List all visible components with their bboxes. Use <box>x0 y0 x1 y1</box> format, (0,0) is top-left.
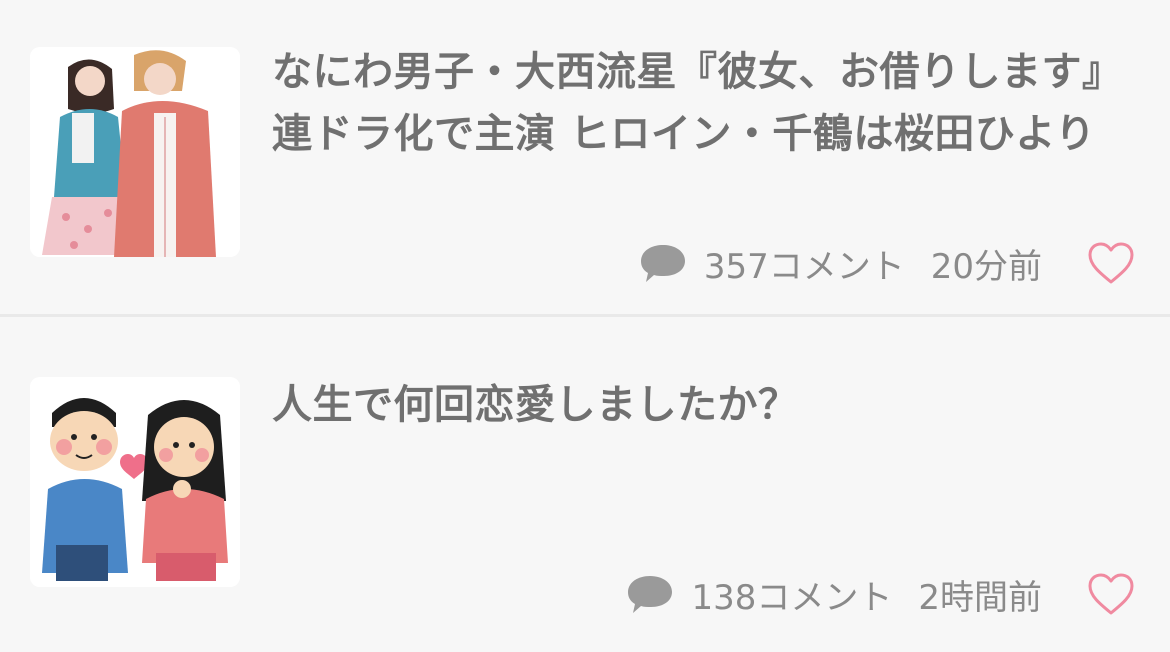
list-item-article-1[interactable]: なにわ男子・大西流星『彼女、お借りします』連ドラ化で主演 ヒロイン・千鶴は桜田ひ… <box>0 0 1170 317</box>
comment-bubble-icon <box>640 245 685 282</box>
comment-bubble-icon <box>628 576 673 613</box>
article-title[interactable]: なにわ男子・大西流星『彼女、お借りします』連ドラ化で主演 ヒロイン・千鶴は桜田ひ… <box>272 41 1142 165</box>
article-meta: 138コメント 2時間前 <box>625 569 1136 619</box>
comment-count: 138コメント <box>691 577 893 618</box>
article-thumbnail[interactable] <box>30 377 240 587</box>
list-item-article-2[interactable]: 人生で何回恋愛しましたか？ 138コメント 2時間前 <box>0 317 1170 652</box>
article-title[interactable]: 人生で何回恋愛しましたか？ <box>272 374 1142 436</box>
article-thumbnail[interactable] <box>30 47 240 257</box>
post-time: 20分前 <box>930 246 1042 287</box>
heart-outline-icon[interactable] <box>1086 571 1136 617</box>
thumbnail-illustration-couple <box>30 377 240 587</box>
thumbnail-photo-couple <box>30 47 240 257</box>
article-list: なにわ男子・大西流星『彼女、お借りします』連ドラ化で主演 ヒロイン・千鶴は桜田ひ… <box>0 0 1170 652</box>
comment-count: 357コメント <box>703 246 905 287</box>
article-meta: 357コメント 20分前 <box>638 238 1136 288</box>
heart-outline-icon[interactable] <box>1086 240 1136 286</box>
post-time: 2時間前 <box>918 577 1042 618</box>
